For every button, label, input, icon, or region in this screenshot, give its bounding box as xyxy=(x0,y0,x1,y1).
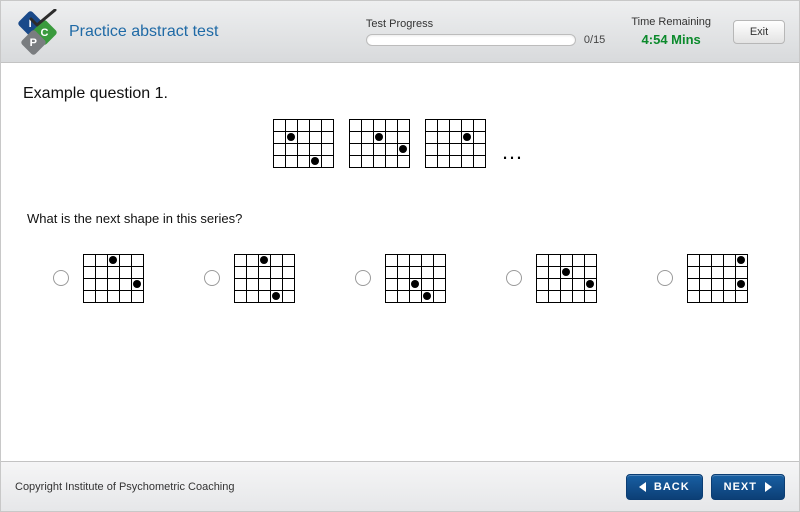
radio-E[interactable] xyxy=(657,270,673,286)
radio-B[interactable] xyxy=(204,270,220,286)
shape-grid xyxy=(83,254,143,302)
checkmark-icon xyxy=(29,9,57,29)
answer-option-E[interactable] xyxy=(657,254,747,302)
time-remaining: 4:54 Mins xyxy=(642,32,701,47)
arrow-left-icon xyxy=(639,482,646,492)
options-row xyxy=(23,254,777,302)
back-label: BACK xyxy=(654,481,690,493)
shape-grid xyxy=(234,254,294,302)
logo: I C P xyxy=(15,11,57,53)
question-heading: Example question 1. xyxy=(23,85,777,103)
exit-button[interactable]: Exit xyxy=(733,20,785,44)
radio-C[interactable] xyxy=(355,270,371,286)
progress-bar xyxy=(366,34,576,46)
shape-grid xyxy=(349,119,409,167)
answer-option-A[interactable] xyxy=(53,254,143,302)
radio-D[interactable] xyxy=(506,270,522,286)
next-label: NEXT xyxy=(724,481,757,493)
footer-bar: Copyright Institute of Psychometric Coac… xyxy=(1,461,799,511)
question-prompt: What is the next shape in this series? xyxy=(23,211,777,226)
progress-label: Test Progress xyxy=(366,18,433,30)
series-ellipsis: … xyxy=(501,139,527,167)
content-area: Example question 1. … What is the next s… xyxy=(1,63,799,461)
next-button[interactable]: NEXT xyxy=(711,474,785,500)
test-frame: { "header": { "title": "Practice abstrac… xyxy=(0,0,800,512)
answer-option-B[interactable] xyxy=(204,254,294,302)
shape-grid xyxy=(687,254,747,302)
time-label: Time Remaining xyxy=(631,16,711,28)
answer-option-D[interactable] xyxy=(506,254,596,302)
header-bar: I C P Practice abstract test Test Progre… xyxy=(1,1,799,63)
copyright-text: Copyright Institute of Psychometric Coac… xyxy=(15,481,235,493)
answer-option-C[interactable] xyxy=(355,254,445,302)
time-block: Time Remaining 4:54 Mins xyxy=(631,16,711,47)
shape-grid xyxy=(273,119,333,167)
shape-grid xyxy=(536,254,596,302)
arrow-right-icon xyxy=(765,482,772,492)
progress-block: Test Progress 0/15 xyxy=(366,18,605,46)
shape-grid xyxy=(425,119,485,167)
shape-grid xyxy=(385,254,445,302)
back-button[interactable]: BACK xyxy=(626,474,703,500)
progress-count: 0/15 xyxy=(584,34,605,46)
series-row: … xyxy=(23,119,777,167)
test-title: Practice abstract test xyxy=(69,23,218,41)
radio-A[interactable] xyxy=(53,270,69,286)
